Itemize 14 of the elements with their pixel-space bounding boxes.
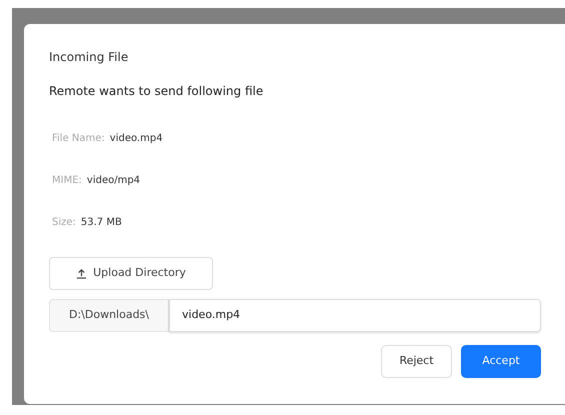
field-value: video.mp4 — [110, 132, 163, 146]
reject-button[interactable]: Reject — [381, 345, 452, 378]
field-label: Size: — [52, 216, 76, 230]
field-label: File Name: — [52, 132, 105, 146]
accept-button[interactable]: Accept — [461, 345, 541, 378]
dialog-message: Remote wants to send following file — [49, 83, 264, 100]
field-label: MIME: — [52, 174, 82, 188]
field-value: 53.7 MB — [80, 216, 122, 230]
path-prefix: D:\Downloads\ — [49, 299, 169, 332]
upload-directory-button[interactable]: Upload Directory — [49, 257, 213, 290]
file-name-input[interactable]: video.mp4 — [169, 299, 541, 332]
field-value: video/mp4 — [86, 174, 140, 188]
dialog-title: Incoming File — [49, 49, 130, 66]
upload-icon — [76, 268, 88, 279]
